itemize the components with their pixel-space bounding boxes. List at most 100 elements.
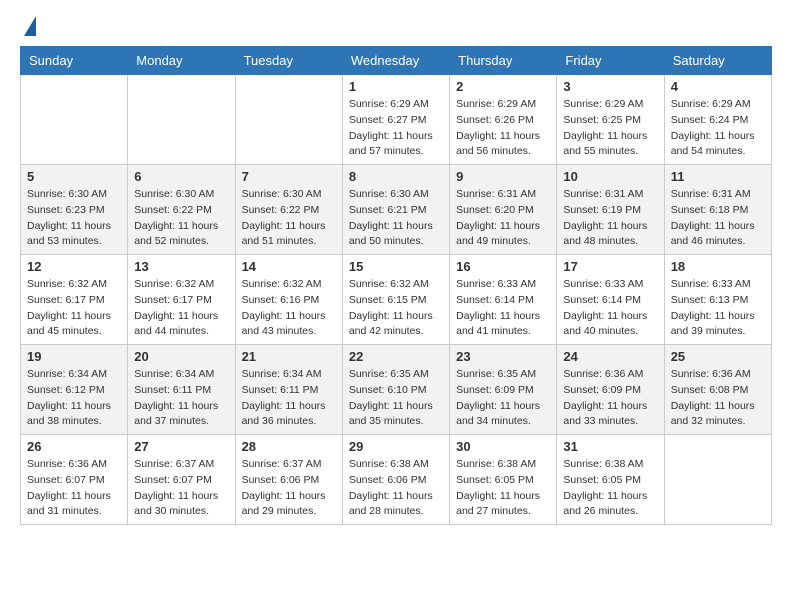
day-number: 19 xyxy=(27,349,121,364)
day-number: 21 xyxy=(242,349,336,364)
calendar-cell: 28 Sunrise: 6:37 AMSunset: 6:06 PMDayligh… xyxy=(235,435,342,525)
day-info: Sunrise: 6:32 AMSunset: 6:17 PMDaylight:… xyxy=(134,277,228,340)
day-info: Sunrise: 6:38 AMSunset: 6:05 PMDaylight:… xyxy=(456,457,550,520)
day-info: Sunrise: 6:32 AMSunset: 6:15 PMDaylight:… xyxy=(349,277,443,340)
calendar-cell: 11 Sunrise: 6:31 AMSunset: 6:18 PMDayligh… xyxy=(664,165,771,255)
calendar-cell xyxy=(21,75,128,165)
calendar-cell: 16 Sunrise: 6:33 AMSunset: 6:14 PMDayligh… xyxy=(450,255,557,345)
calendar-cell: 24Sunrise: 6:36 AMSunset: 6:09 PMDayligh… xyxy=(557,345,664,435)
day-number: 30 xyxy=(456,439,550,454)
day-number: 7 xyxy=(242,169,336,184)
weekday-header-tuesday: Tuesday xyxy=(235,47,342,75)
calendar-cell: 21 Sunrise: 6:34 AMSunset: 6:11 PMDayligh… xyxy=(235,345,342,435)
calendar-cell: 4Sunrise: 6:29 AMSunset: 6:24 PMDaylight… xyxy=(664,75,771,165)
day-number: 3 xyxy=(563,79,657,94)
day-info: Sunrise: 6:34 AMSunset: 6:11 PMDaylight:… xyxy=(242,367,336,430)
day-number: 9 xyxy=(456,169,550,184)
day-number: 16 xyxy=(456,259,550,274)
day-info: Sunrise: 6:35 AMSunset: 6:10 PMDaylight:… xyxy=(349,367,443,430)
day-info: Sunrise: 6:29 AMSunset: 6:24 PMDaylight:… xyxy=(671,97,765,160)
calendar-cell xyxy=(664,435,771,525)
calendar-cell: 12 Sunrise: 6:32 AMSunset: 6:17 PMDayligh… xyxy=(21,255,128,345)
day-info: Sunrise: 6:35 AMSunset: 6:09 PMDaylight:… xyxy=(456,367,550,430)
logo-triangle-icon xyxy=(24,16,36,36)
calendar-cell xyxy=(128,75,235,165)
calendar-table: SundayMondayTuesdayWednesdayThursdayFrid… xyxy=(20,46,772,525)
day-number: 1 xyxy=(349,79,443,94)
calendar-cell: 27 Sunrise: 6:37 AMSunset: 6:07 PMDayligh… xyxy=(128,435,235,525)
calendar-cell: 2 Sunrise: 6:29 AMSunset: 6:26 PMDaylight… xyxy=(450,75,557,165)
day-number: 5 xyxy=(27,169,121,184)
day-info: Sunrise: 6:33 AMSunset: 6:14 PMDaylight:… xyxy=(563,277,657,340)
day-info: Sunrise: 6:37 AMSunset: 6:07 PMDaylight:… xyxy=(134,457,228,520)
day-number: 12 xyxy=(27,259,121,274)
day-number: 10 xyxy=(563,169,657,184)
weekday-header-row: SundayMondayTuesdayWednesdayThursdayFrid… xyxy=(21,47,772,75)
day-number: 28 xyxy=(242,439,336,454)
calendar-cell: 10 Sunrise: 6:31 AMSunset: 6:19 PMDayligh… xyxy=(557,165,664,255)
calendar-cell: 25Sunrise: 6:36 AMSunset: 6:08 PMDayligh… xyxy=(664,345,771,435)
weekday-header-friday: Friday xyxy=(557,47,664,75)
calendar-cell: 7 Sunrise: 6:30 AMSunset: 6:22 PMDaylight… xyxy=(235,165,342,255)
day-number: 23 xyxy=(456,349,550,364)
page-header xyxy=(20,20,772,36)
calendar-cell: 8Sunrise: 6:30 AMSunset: 6:21 PMDaylight… xyxy=(342,165,449,255)
day-info: Sunrise: 6:29 AMSunset: 6:26 PMDaylight:… xyxy=(456,97,550,160)
day-info: Sunrise: 6:36 AMSunset: 6:07 PMDaylight:… xyxy=(27,457,121,520)
day-info: Sunrise: 6:36 AMSunset: 6:08 PMDaylight:… xyxy=(671,367,765,430)
calendar-cell: 29Sunrise: 6:38 AMSunset: 6:06 PMDayligh… xyxy=(342,435,449,525)
week-row-3: 12 Sunrise: 6:32 AMSunset: 6:17 PMDayligh… xyxy=(21,255,772,345)
day-info: Sunrise: 6:30 AMSunset: 6:22 PMDaylight:… xyxy=(134,187,228,250)
day-info: Sunrise: 6:33 AMSunset: 6:13 PMDaylight:… xyxy=(671,277,765,340)
calendar-cell: 1 Sunrise: 6:29 AMSunset: 6:27 PMDaylight… xyxy=(342,75,449,165)
day-info: Sunrise: 6:30 AMSunset: 6:22 PMDaylight:… xyxy=(242,187,336,250)
day-info: Sunrise: 6:31 AMSunset: 6:19 PMDaylight:… xyxy=(563,187,657,250)
day-info: Sunrise: 6:31 AMSunset: 6:20 PMDaylight:… xyxy=(456,187,550,250)
day-info: Sunrise: 6:34 AMSunset: 6:11 PMDaylight:… xyxy=(134,367,228,430)
day-number: 6 xyxy=(134,169,228,184)
calendar-cell: 22 Sunrise: 6:35 AMSunset: 6:10 PMDayligh… xyxy=(342,345,449,435)
day-number: 27 xyxy=(134,439,228,454)
day-number: 24 xyxy=(563,349,657,364)
calendar-cell: 20 Sunrise: 6:34 AMSunset: 6:11 PMDayligh… xyxy=(128,345,235,435)
calendar-cell: 6 Sunrise: 6:30 AMSunset: 6:22 PMDaylight… xyxy=(128,165,235,255)
weekday-header-saturday: Saturday xyxy=(664,47,771,75)
day-info: Sunrise: 6:38 AMSunset: 6:05 PMDaylight:… xyxy=(563,457,657,520)
day-info: Sunrise: 6:32 AMSunset: 6:16 PMDaylight:… xyxy=(242,277,336,340)
day-info: Sunrise: 6:33 AMSunset: 6:14 PMDaylight:… xyxy=(456,277,550,340)
day-number: 20 xyxy=(134,349,228,364)
calendar-cell: 23 Sunrise: 6:35 AMSunset: 6:09 PMDayligh… xyxy=(450,345,557,435)
calendar-cell: 26Sunrise: 6:36 AMSunset: 6:07 PMDayligh… xyxy=(21,435,128,525)
day-number: 2 xyxy=(456,79,550,94)
calendar-cell: 13 Sunrise: 6:32 AMSunset: 6:17 PMDayligh… xyxy=(128,255,235,345)
day-info: Sunrise: 6:30 AMSunset: 6:21 PMDaylight:… xyxy=(349,187,443,250)
calendar-cell: 15 Sunrise: 6:32 AMSunset: 6:15 PMDayligh… xyxy=(342,255,449,345)
day-number: 17 xyxy=(563,259,657,274)
day-number: 22 xyxy=(349,349,443,364)
day-number: 18 xyxy=(671,259,765,274)
week-row-1: 1 Sunrise: 6:29 AMSunset: 6:27 PMDaylight… xyxy=(21,75,772,165)
day-number: 15 xyxy=(349,259,443,274)
day-info: Sunrise: 6:32 AMSunset: 6:17 PMDaylight:… xyxy=(27,277,121,340)
day-number: 11 xyxy=(671,169,765,184)
weekday-header-sunday: Sunday xyxy=(21,47,128,75)
calendar-cell: 3 Sunrise: 6:29 AMSunset: 6:25 PMDaylight… xyxy=(557,75,664,165)
calendar-cell: 19 Sunrise: 6:34 AMSunset: 6:12 PMDayligh… xyxy=(21,345,128,435)
day-info: Sunrise: 6:29 AMSunset: 6:25 PMDaylight:… xyxy=(563,97,657,160)
day-info: Sunrise: 6:34 AMSunset: 6:12 PMDaylight:… xyxy=(27,367,121,430)
day-info: Sunrise: 6:37 AMSunset: 6:06 PMDaylight:… xyxy=(242,457,336,520)
week-row-5: 26Sunrise: 6:36 AMSunset: 6:07 PMDayligh… xyxy=(21,435,772,525)
weekday-header-monday: Monday xyxy=(128,47,235,75)
calendar-cell: 18 Sunrise: 6:33 AMSunset: 6:13 PMDayligh… xyxy=(664,255,771,345)
day-number: 13 xyxy=(134,259,228,274)
calendar-cell: 31 Sunrise: 6:38 AMSunset: 6:05 PMDayligh… xyxy=(557,435,664,525)
day-number: 29 xyxy=(349,439,443,454)
day-info: Sunrise: 6:29 AMSunset: 6:27 PMDaylight:… xyxy=(349,97,443,160)
day-number: 31 xyxy=(563,439,657,454)
day-info: Sunrise: 6:31 AMSunset: 6:18 PMDaylight:… xyxy=(671,187,765,250)
week-row-2: 5Sunrise: 6:30 AMSunset: 6:23 PMDaylight… xyxy=(21,165,772,255)
calendar-cell xyxy=(235,75,342,165)
calendar-cell: 14Sunrise: 6:32 AMSunset: 6:16 PMDayligh… xyxy=(235,255,342,345)
calendar-cell: 5Sunrise: 6:30 AMSunset: 6:23 PMDaylight… xyxy=(21,165,128,255)
logo xyxy=(20,20,36,36)
